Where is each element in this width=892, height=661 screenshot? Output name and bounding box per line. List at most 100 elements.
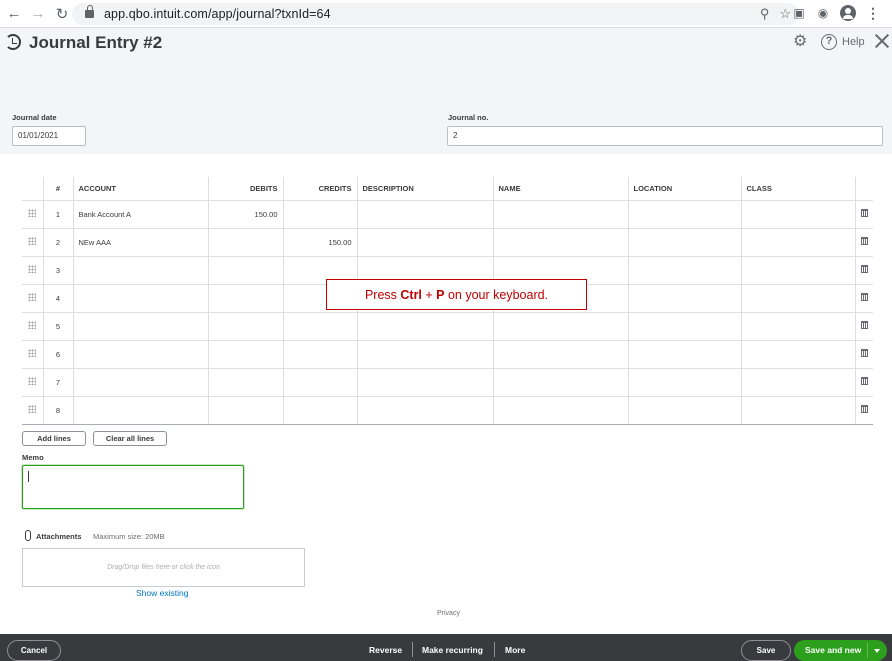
row-delete-cell[interactable] [854,396,873,425]
drag-handle-icon[interactable] [28,321,37,329]
extension-icon[interactable]: ▣ [792,6,806,20]
help-label[interactable]: Help [842,36,865,48]
cell-debits[interactable]: 150.00 [207,200,283,229]
drag-handle-icon[interactable] [28,237,37,245]
cell-account[interactable]: NEw AAA [72,228,208,257]
cell-credits[interactable] [282,200,357,229]
cell-debits[interactable] [207,284,283,313]
cell-name[interactable] [492,312,628,341]
row-drag-cell[interactable] [22,228,43,257]
cell-location[interactable] [627,340,741,369]
kebab-menu-icon[interactable]: ⋮ [866,6,880,20]
cell-debits[interactable] [207,256,283,285]
cell-description[interactable] [356,312,493,341]
cell-debits[interactable] [207,396,283,425]
back-arrow-icon[interactable]: ← [4,4,24,24]
cell-name[interactable] [492,228,628,257]
drag-handle-icon[interactable] [28,405,37,413]
address-bar[interactable]: app.qbo.intuit.com/app/journal?txnId=64 … [72,3,799,25]
cell-location[interactable] [627,200,741,229]
cell-account[interactable] [72,284,208,313]
save-and-new-button[interactable]: Save and new [794,640,887,661]
cell-description[interactable] [356,228,493,257]
zoom-icon[interactable]: ⚲ [760,6,770,22]
trash-icon[interactable] [860,237,868,245]
cell-account[interactable] [72,312,208,341]
show-existing-link[interactable]: Show existing [136,588,188,598]
cell-account[interactable]: Bank Account A [72,200,208,229]
cell-name[interactable] [492,200,628,229]
drag-handle-icon[interactable] [28,377,37,385]
row-delete-cell[interactable] [854,284,873,313]
cell-class[interactable] [740,200,855,229]
row-drag-cell[interactable] [22,340,43,369]
journal-no-field[interactable]: 2 [447,126,883,146]
row-drag-cell[interactable] [22,396,43,425]
trash-icon[interactable] [860,321,868,329]
memo-textarea[interactable] [22,465,244,509]
cell-class[interactable] [740,396,855,425]
attachment-drop-zone[interactable]: Drag/Drop files here or click the icon [22,548,305,587]
journal-date-field[interactable]: 01/01/2021 [12,126,86,146]
cell-debits[interactable] [207,368,283,397]
trash-icon[interactable] [860,265,868,273]
gear-icon[interactable]: ⚙ [793,34,809,50]
row-delete-cell[interactable] [854,256,873,285]
cell-description[interactable] [356,396,493,425]
url-text[interactable]: app.qbo.intuit.com/app/journal?txnId=64 [104,7,331,21]
cell-class[interactable] [740,340,855,369]
cell-location[interactable] [627,256,741,285]
cell-class[interactable] [740,256,855,285]
close-icon[interactable] [874,32,890,50]
privacy-link[interactable]: Privacy [437,610,460,617]
trash-icon[interactable] [860,349,868,357]
cell-credits[interactable] [282,368,357,397]
trash-icon[interactable] [860,293,868,301]
row-drag-cell[interactable] [22,256,43,285]
chevron-down-icon[interactable] [874,649,880,653]
trash-icon[interactable] [860,405,868,413]
bookmark-star-icon[interactable]: ☆ [779,6,791,22]
cell-account[interactable] [72,396,208,425]
save-button[interactable]: Save [741,640,791,661]
cell-name[interactable] [492,396,628,425]
cell-description[interactable] [356,368,493,397]
reload-icon[interactable]: ↻ [52,4,72,24]
clear-all-lines-button[interactable]: Clear all lines [93,431,167,446]
drag-handle-icon[interactable] [28,265,37,273]
cell-debits[interactable] [207,340,283,369]
trash-icon[interactable] [860,377,868,385]
cell-class[interactable] [740,228,855,257]
cell-credits[interactable] [282,396,357,425]
eye-extension-icon[interactable]: ◉ [816,6,830,20]
cell-account[interactable] [72,368,208,397]
cell-location[interactable] [627,396,741,425]
cell-description[interactable] [356,200,493,229]
cell-debits[interactable] [207,312,283,341]
row-drag-cell[interactable] [22,200,43,229]
forward-arrow-icon[interactable]: → [28,4,48,24]
cell-name[interactable] [492,340,628,369]
cancel-button[interactable]: Cancel [7,640,61,661]
row-drag-cell[interactable] [22,312,43,341]
cell-account[interactable] [72,256,208,285]
drag-handle-icon[interactable] [28,209,37,217]
cell-location[interactable] [627,312,741,341]
row-delete-cell[interactable] [854,200,873,229]
cell-class[interactable] [740,284,855,313]
cell-credits[interactable] [282,312,357,341]
cell-class[interactable] [740,368,855,397]
make-recurring-button[interactable]: Make recurring [422,645,483,655]
cell-account[interactable] [72,340,208,369]
cell-credits[interactable]: 150.00 [282,228,357,257]
cell-credits[interactable] [282,340,357,369]
trash-icon[interactable] [860,209,868,217]
cell-name[interactable] [492,368,628,397]
drag-handle-icon[interactable] [28,349,37,357]
add-lines-button[interactable]: Add lines [22,431,86,446]
row-drag-cell[interactable] [22,284,43,313]
drag-handle-icon[interactable] [28,293,37,301]
reverse-button[interactable]: Reverse [369,645,402,655]
help-icon[interactable]: ? [821,34,837,50]
cell-description[interactable] [356,340,493,369]
